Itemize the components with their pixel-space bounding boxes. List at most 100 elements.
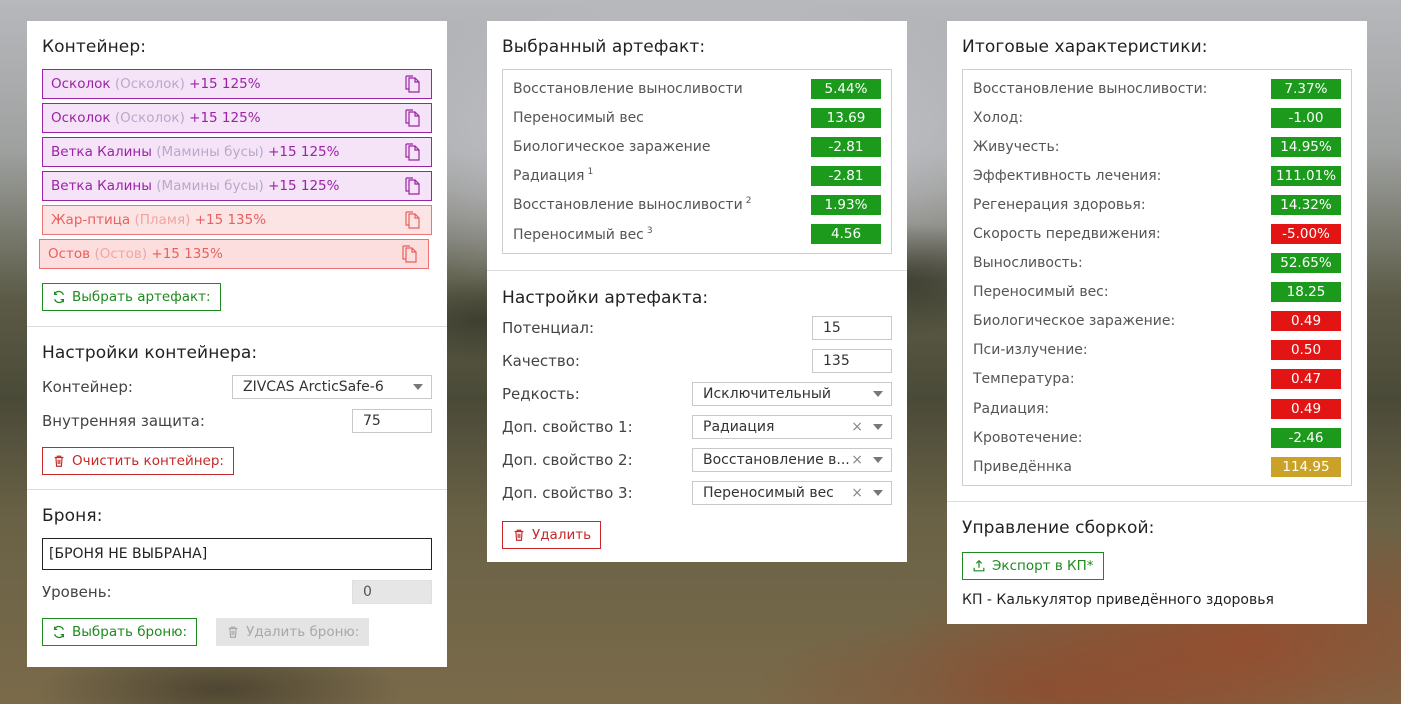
prop3-select[interactable]: Переносимый вес × [692, 480, 892, 505]
stat-row: Холод: -1.00 [973, 103, 1341, 132]
copy-icon[interactable] [403, 108, 423, 128]
container-artifact-item[interactable]: Ветка Калины (Мамины бусы) +15 125% [42, 137, 432, 167]
stat-value: 18.25 [1271, 282, 1341, 303]
armor-level-value: 0 [363, 584, 372, 600]
stat-name-text: Восстановление выносливости: [973, 80, 1208, 97]
container-artifact-item[interactable]: Осколок (Осколок) +15 125% [42, 69, 432, 99]
potential-value: 15 [823, 319, 841, 336]
potential-input[interactable]: 15 [812, 315, 892, 340]
armor-input[interactable]: [БРОНЯ НЕ ВЫБРАНА] [42, 538, 432, 570]
stat-row: Переносимый вес 13.69 [513, 103, 881, 132]
stat-name-text: Радиация: [973, 400, 1050, 417]
armor-title: Броня: [42, 506, 103, 526]
artifact-alias: (Пламя) [134, 212, 191, 228]
delete-artifact-button[interactable]: Удалить [502, 520, 602, 549]
prop1-label: Доп. свойство 1: [502, 417, 633, 436]
stat-name-text: Пси-излучение: [973, 342, 1088, 359]
selected-artifact-title: Выбранный артефакт: [502, 37, 706, 57]
select-artifact-button[interactable]: Выбрать артефакт: [42, 283, 221, 311]
artifact-level: +15 125% [189, 76, 261, 92]
stat-name-text: Регенерация здоровья: [973, 196, 1146, 213]
trash-icon [228, 626, 238, 638]
container-title: Контейнер: [42, 37, 147, 57]
prop2-select[interactable]: Восстановление в... × [692, 447, 892, 472]
artifact-item-label: Осколок (Осколок) +15 125% [51, 76, 261, 92]
prop1-select[interactable]: Радиация × [692, 414, 892, 439]
artifact-level: +15 125% [268, 144, 340, 160]
stat-name-text: Температура: [973, 371, 1075, 388]
selected-artifact-stats: Восстановление выносливости 5.44% Переноси… [502, 69, 892, 254]
clear-container-button[interactable]: Очистить контейнер: [42, 447, 234, 475]
stat-row: Кровотечение: -2.46 [973, 423, 1341, 452]
stat-row: Скорость передвижения: -5.00% [973, 219, 1341, 248]
container-artifact-item[interactable]: Остов (Остов) +15 135% [39, 239, 429, 269]
stat-value: 5.44% [811, 78, 881, 99]
copy-icon[interactable] [403, 74, 423, 94]
artifact-alias: (Мамины бусы) [156, 178, 264, 194]
stat-name: Биологическое заражение: [973, 313, 1175, 329]
middle-panel: Выбранный артефакт: Восстановление вынос… [487, 21, 907, 562]
export-label: Экспорт в КП* [992, 558, 1094, 575]
container-settings-title: Настройки контейнера: [42, 343, 258, 363]
artifact-level: +15 135% [194, 212, 267, 228]
artifact-level: +15 125% [189, 110, 261, 126]
container-select[interactable]: ZIVCAS ArcticSafe-6 [232, 375, 432, 399]
trash-icon [54, 455, 64, 467]
stat-row: Живучесть: 14.95% [973, 132, 1341, 161]
stat-name-text: Переносимый вес [513, 226, 644, 243]
protection-input[interactable]: 75 [352, 409, 432, 433]
build-section: Управление сборкой: Экспорт в КП* КП - К… [947, 502, 1367, 622]
build-footnote: КП - Калькулятор приведённого здоровья [962, 592, 1274, 609]
container-artifact-item[interactable]: Жар-птица (Пламя) +15 135% [42, 205, 432, 235]
stat-name: Живучесть: [973, 139, 1059, 155]
prop2-label: Доп. свойство 2: [502, 450, 633, 469]
stat-name-text: Выносливость: [973, 255, 1083, 272]
artifact-item-label: Ветка Калины (Мамины бусы) +15 125% [51, 178, 339, 194]
quality-value: 135 [823, 352, 850, 369]
container-artifact-item[interactable]: Осколок (Осколок) +15 125% [42, 103, 432, 133]
artifact-name: Осколок [51, 110, 111, 126]
quality-label: Качество: [502, 351, 580, 370]
quality-input[interactable]: 135 [812, 348, 892, 373]
delete-armor-button[interactable]: Удалить броню: [216, 618, 370, 646]
artifact-alias: (Мамины бусы) [156, 144, 264, 160]
stat-value: 4.56 [811, 224, 881, 245]
stat-footnote-mark: 3 [646, 225, 653, 236]
stat-name-text: Биологическое заражение: [973, 313, 1176, 330]
stat-row: Пси-излучение: 0.50 [973, 336, 1341, 365]
stat-name: Радиация: [973, 401, 1049, 417]
stat-name: Переносимый вес [513, 110, 644, 126]
refresh-icon [53, 625, 65, 639]
stat-value: 13.69 [811, 107, 881, 128]
stat-value: 14.32% [1271, 194, 1341, 215]
stat-value: 14.95% [1271, 136, 1341, 157]
stat-name-text: Приведённка [973, 458, 1073, 475]
clear-icon[interactable]: × [851, 419, 863, 435]
chevron-down-icon [873, 456, 883, 463]
prop3-value: Переносимый вес [703, 484, 834, 501]
stat-value: 0.50 [1271, 340, 1341, 361]
stat-row: Регенерация здоровья: 14.32% [973, 190, 1341, 219]
artifact-item-label: Ветка Калины (Мамины бусы) +15 125% [51, 144, 339, 160]
copy-icon[interactable] [403, 176, 423, 196]
copy-icon[interactable] [403, 142, 423, 162]
copy-icon[interactable] [403, 210, 423, 230]
stat-name-text: Живучесть: [973, 138, 1060, 155]
stat-name-text: Холод: [973, 109, 1024, 126]
select-armor-button[interactable]: Выбрать броню: [42, 618, 198, 646]
stat-footnote-mark: 2 [745, 196, 752, 207]
stat-value: -2.46 [1271, 427, 1341, 448]
right-panel: Итоговые характеристики: Восстановление … [947, 21, 1367, 624]
container-artifact-item[interactable]: Ветка Калины (Мамины бусы) +15 125% [42, 171, 432, 201]
container-label: Контейнер: [42, 378, 133, 396]
prop3-label: Доп. свойство 3: [502, 483, 633, 502]
stat-name: Пси-излучение: [973, 342, 1088, 358]
export-button[interactable]: Экспорт в КП* [962, 552, 1104, 581]
clear-icon[interactable]: × [851, 485, 863, 501]
rarity-select[interactable]: Исключительный [692, 381, 892, 406]
stat-value: -2.81 [811, 136, 881, 157]
clear-icon[interactable]: × [851, 452, 863, 468]
artifact-alias: (Остов) [94, 246, 148, 262]
artifact-name: Ветка Калины [51, 178, 152, 194]
copy-icon[interactable] [400, 244, 420, 264]
